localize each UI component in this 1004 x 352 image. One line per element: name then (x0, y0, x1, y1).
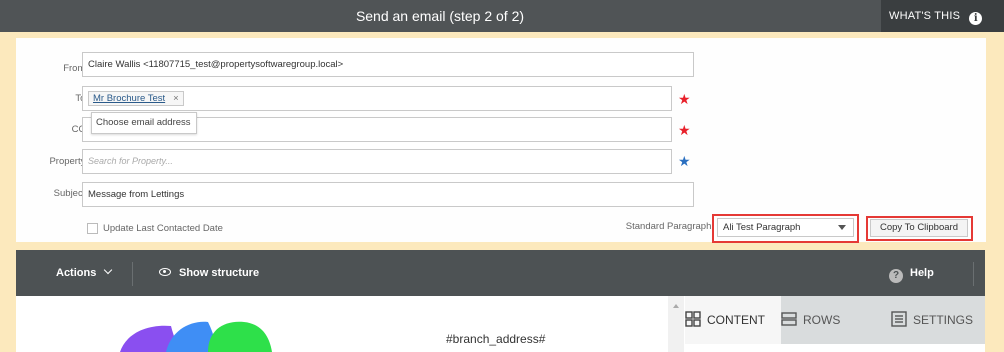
update-contacted-label: Update Last Contacted Date (103, 223, 223, 234)
tab-settings[interactable]: SETTINGS (891, 296, 985, 344)
tab-settings-label: SETTINGS (913, 313, 974, 327)
to-recipient-name: Mr Brochure Test (93, 93, 166, 104)
settings-icon (891, 311, 907, 327)
help-icon: ? (889, 269, 903, 283)
grid-icon (685, 311, 701, 327)
highlight-box-select (712, 214, 859, 243)
property-label: Property: (49, 156, 88, 167)
toolbar-divider (973, 262, 974, 286)
editor-scrollbar[interactable] (668, 296, 684, 352)
to-field[interactable]: Mr Brochure Test × (82, 86, 672, 111)
remove-recipient-icon[interactable]: × (173, 92, 179, 105)
email-form-panel: From: Claire Wallis <11807715_test@prope… (16, 38, 986, 242)
highlight-box-copy (866, 216, 973, 241)
from-label: From: (63, 63, 88, 74)
editor-toolbar: Actions Show structure ? Help (16, 250, 985, 296)
tab-content[interactable]: CONTENT (685, 296, 781, 344)
logo-image (120, 321, 272, 352)
editor-side-tabs: CONTENT ROWS SETTINGS (685, 296, 985, 352)
email-editor-canvas[interactable]: #branch_address# CONTENT ROWS SETTINGS (16, 296, 985, 352)
choose-email-dropdown[interactable]: Choose email address (91, 112, 197, 134)
cc-label: CC: (71, 124, 88, 135)
scroll-up-icon[interactable] (673, 304, 679, 308)
title-bar: Send an email (step 2 of 2) WHAT'S THIS … (0, 0, 1004, 32)
property-star-icon: ★ (678, 153, 691, 169)
show-structure-label: Show structure (179, 267, 260, 279)
help-button[interactable]: ? Help (889, 250, 934, 296)
actions-label: Actions (56, 267, 97, 279)
to-required-star-icon: ★ (678, 91, 691, 107)
eye-icon (159, 268, 171, 276)
from-field[interactable]: Claire Wallis <11807715_test@propertysof… (82, 52, 694, 77)
property-placeholder: Search for Property... (88, 156, 173, 166)
subject-label: Subject: (53, 188, 88, 199)
tab-content-label: CONTENT (707, 313, 765, 327)
toolbar-divider (132, 262, 133, 286)
info-icon: i (969, 12, 983, 25)
whats-this-button[interactable]: WHAT'S THIS i (881, 0, 1004, 32)
subject-field[interactable]: Message from Lettings (82, 182, 694, 207)
branch-address-placeholder: #branch_address# (446, 332, 546, 346)
to-recipient-tag[interactable]: Mr Brochure Test × (88, 91, 184, 106)
chevron-down-icon (104, 265, 113, 275)
to-label: To: (16, 93, 88, 104)
standard-paragraph-label: Standard Paragraph: (625, 221, 714, 232)
whats-this-label: WHAT'S THIS (889, 10, 961, 22)
tab-rows-label: ROWS (803, 313, 841, 327)
update-contacted-checkbox[interactable] (87, 223, 98, 234)
help-label: Help (910, 267, 934, 279)
cc-required-star-icon: ★ (678, 122, 691, 138)
window-title: Send an email (step 2 of 2) (355, 8, 525, 24)
rows-icon (781, 312, 797, 326)
tab-rows[interactable]: ROWS (781, 296, 891, 344)
property-search-input[interactable]: Search for Property... (82, 149, 672, 174)
show-structure-button[interactable]: Show structure (159, 250, 259, 296)
actions-menu-button[interactable]: Actions (56, 250, 113, 296)
